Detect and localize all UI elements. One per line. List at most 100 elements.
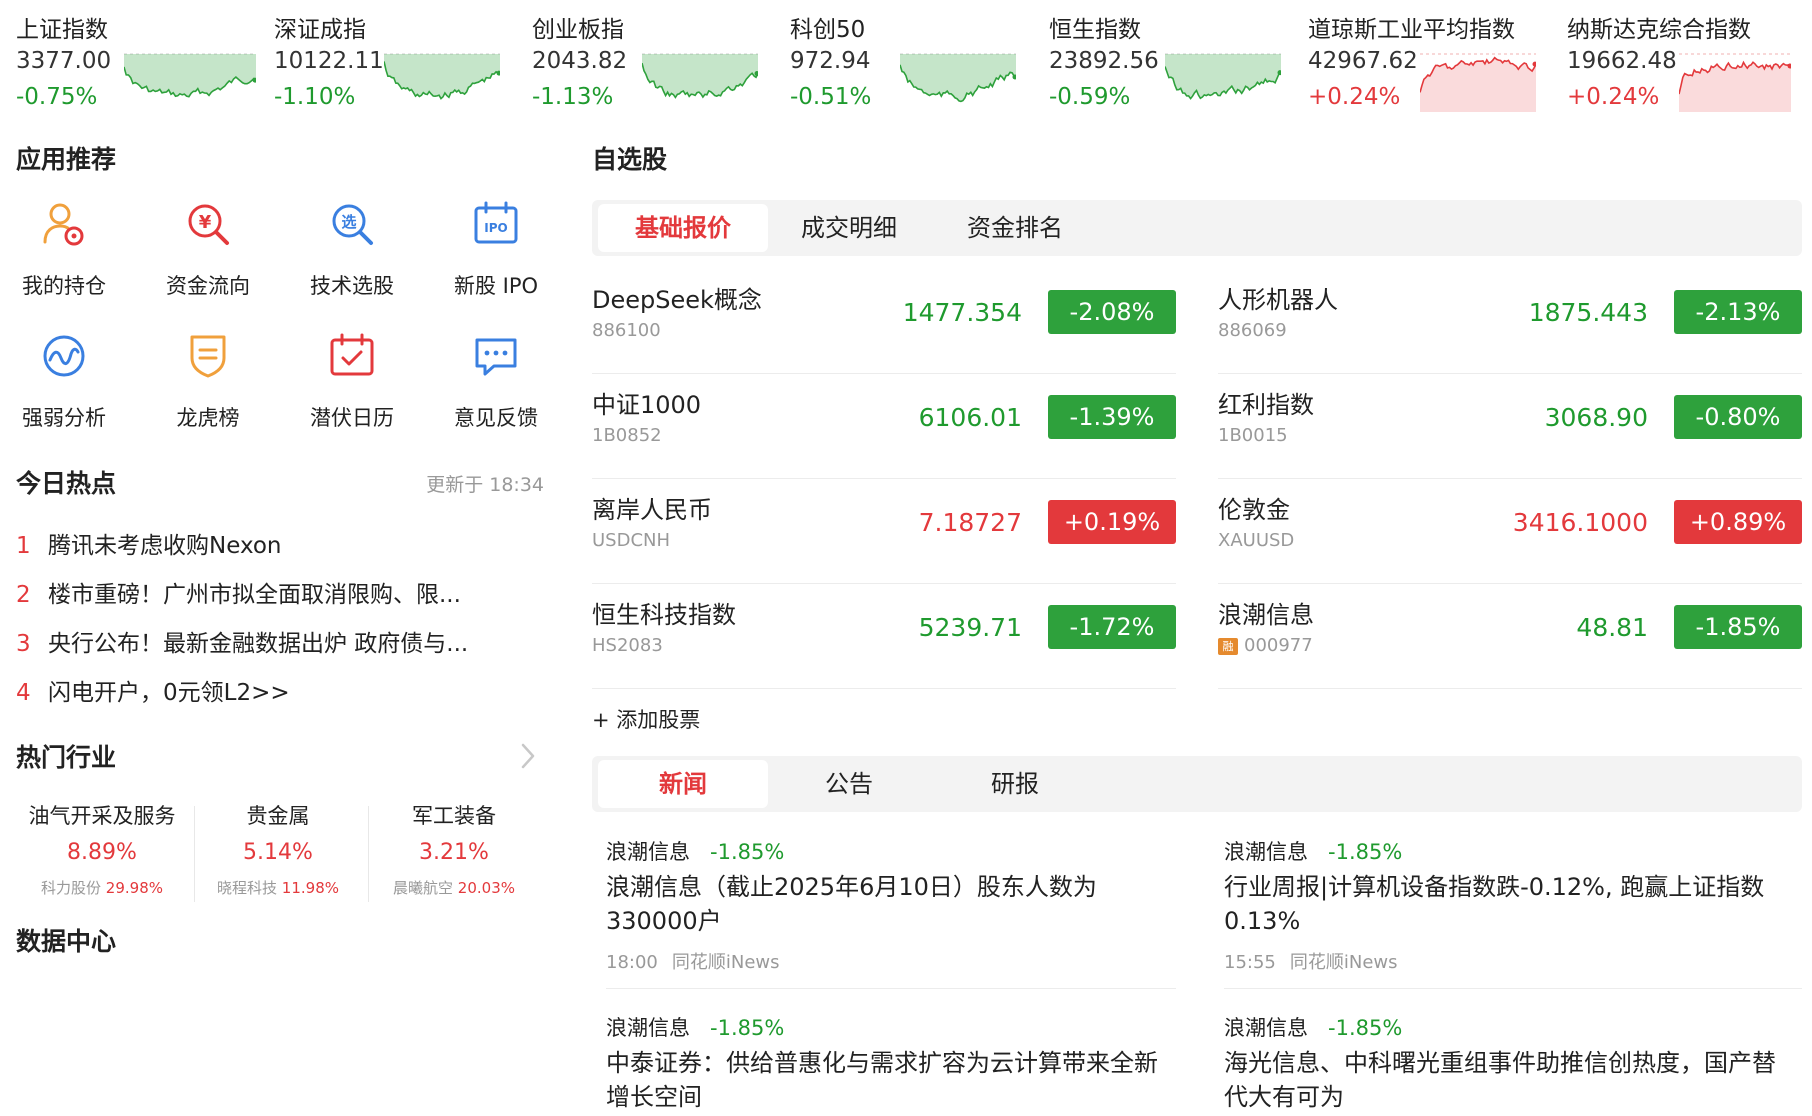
- index-card-nasdaq[interactable]: 纳斯达克综合指数 19662.48 +0.24%: [1567, 8, 1812, 112]
- divider: [1218, 688, 1802, 689]
- app-label: 资金流向: [166, 274, 250, 298]
- hot-updated-time: 更新于 18:34: [426, 474, 544, 496]
- index-sparkline: [384, 53, 500, 100]
- app-feedback[interactable]: 意见反馈: [436, 332, 556, 442]
- portfolio-icon: [43, 203, 84, 246]
- chevron-right-icon[interactable]: [520, 742, 536, 770]
- news-source: 同花顺iNews: [1289, 952, 1398, 973]
- news-title: 行业周报|计算机设备指数跌-0.12%, 跑赢上证指数0.13%: [1224, 873, 1765, 935]
- stock-price: 3068.90: [1544, 403, 1648, 432]
- index-card-shenzhen[interactable]: 深证成指 10122.11 -1.10%: [274, 8, 524, 112]
- sparkline-area: [642, 54, 758, 98]
- app-strength-analysis[interactable]: 强弱分析: [4, 332, 124, 442]
- tab-announcements[interactable]: 公告: [764, 760, 934, 808]
- hot-item[interactable]: 4 闪电开户，0元领L2>>: [16, 673, 536, 713]
- tab-fund-ranking[interactable]: 资金排名: [930, 204, 1100, 252]
- industry-name: 军工装备: [412, 804, 496, 828]
- stock-change-badge: +0.89%: [1674, 500, 1802, 544]
- industry-change: 3.21%: [419, 840, 489, 865]
- industry-leader-change: 20.03%: [457, 879, 515, 897]
- stock-name: 人形机器人: [1218, 286, 1338, 314]
- fund-flow-icon: ¥: [188, 204, 229, 245]
- industry-section-title: 热门行业: [16, 743, 117, 772]
- industry-card[interactable]: 油气开采及服务 8.89% 科力股份 29.98%: [14, 800, 190, 910]
- app-fund-flow[interactable]: ¥ 资金流向: [148, 200, 268, 310]
- index-value: 10122.11: [274, 48, 384, 74]
- tab-research[interactable]: 研报: [930, 760, 1100, 808]
- watchlist-row[interactable]: 伦敦金 XAUUSD 3416.1000 +0.89%: [1218, 480, 1802, 584]
- add-stock-button[interactable]: + 添加股票: [592, 704, 700, 734]
- stock-name: 红利指数: [1218, 391, 1314, 419]
- data-center-title[interactable]: 数据中心: [16, 922, 116, 958]
- divider: [592, 583, 1176, 584]
- index-card-hangseng[interactable]: 恒生指数 23892.56 -0.59%: [1049, 8, 1299, 112]
- sparkline-last-point: [1532, 61, 1536, 67]
- industry-name: 油气开采及服务: [28, 804, 176, 828]
- tab-basic-quote[interactable]: 基础报价: [598, 204, 768, 252]
- index-sparkline: [124, 53, 256, 98]
- stock-name: 中证1000: [592, 391, 702, 419]
- index-card-chinext[interactable]: 创业板指 2043.82 -1.13%: [532, 8, 782, 112]
- divider: [606, 988, 1176, 989]
- watchlist-row[interactable]: 离岸人民币 USDCNH 7.18727 +0.19%: [592, 480, 1176, 584]
- apps-section-title: 应用推荐: [16, 145, 117, 174]
- watchlist-tabbar: 基础报价 成交明细 资金排名: [592, 200, 1802, 256]
- app-dragon-tiger[interactable]: 龙虎榜: [148, 332, 268, 442]
- industry-card[interactable]: 军工装备 3.21% 晨曦航空 20.03%: [366, 800, 542, 910]
- strength-analysis-icon: [43, 335, 85, 377]
- app-ipo[interactable]: IPO 新股 IPO: [436, 200, 556, 310]
- index-change: -0.75%: [16, 84, 98, 110]
- index-sparkline: [1165, 53, 1281, 100]
- stock-price: 7.18727: [918, 508, 1022, 537]
- industry-change: 5.14%: [243, 840, 313, 865]
- stock-code-text: XAUUSD: [1218, 530, 1295, 551]
- index-card-shanghai[interactable]: 上证指数 3377.00 -0.75%: [16, 8, 266, 112]
- app-stock-picker[interactable]: 选 技术选股: [292, 200, 412, 310]
- app-my-portfolio[interactable]: 我的持仓: [4, 200, 124, 310]
- stock-name: 恒生科技指数: [592, 601, 736, 629]
- hot-item-text: 闪电开户，0元领L2>>: [48, 680, 290, 706]
- news-tabbar: 新闻 公告 研报: [592, 756, 1802, 812]
- sparkline-area: [1679, 62, 1791, 112]
- stock-code: 1B0015: [1218, 425, 1288, 446]
- watchlist-row[interactable]: 浪潮信息 融 000977 48.81 -1.85%: [1218, 585, 1802, 689]
- industry-leader: 科力股份 29.98%: [14, 877, 190, 898]
- index-card-dowjones[interactable]: 道琼斯工业平均指数 42967.62 +0.24%: [1308, 8, 1558, 112]
- index-name: 纳斯达克综合指数: [1567, 17, 1751, 43]
- stock-name: 浪潮信息: [1218, 601, 1314, 629]
- app-calendar[interactable]: 潜伏日历: [292, 332, 412, 442]
- feedback-icon: [475, 338, 517, 376]
- hot-item[interactable]: 1 腾讯未考虑收购Nexon: [16, 526, 536, 566]
- stock-name: 离岸人民币: [592, 496, 712, 524]
- watchlist-row[interactable]: 红利指数 1B0015 3068.90 -0.80%: [1218, 375, 1802, 479]
- news-source: 同花顺iNews: [671, 952, 780, 973]
- news-item[interactable]: 浪潮信息 -1.85% 海光信息、中科曙光重组事件助推信创热度，国产替代大有可为: [1224, 1012, 1784, 1114]
- hot-item[interactable]: 3 央行公布！最新金融数据出炉 政府债与...: [16, 624, 536, 664]
- watchlist-row[interactable]: 人形机器人 886069 1875.443 -2.13%: [1218, 270, 1802, 374]
- index-name: 深证成指: [274, 17, 366, 43]
- stock-code-text: HS2083: [592, 635, 663, 656]
- watchlist-row[interactable]: 中证1000 1B0852 6106.01 -1.39%: [592, 375, 1176, 479]
- watchlist-row[interactable]: 恒生科技指数 HS2083 5239.71 -1.72%: [592, 585, 1176, 689]
- news-item[interactable]: 浪潮信息 -1.85% 中泰证券：供给普惠化与需求扩容为云计算带来全新增长空间: [606, 1012, 1166, 1114]
- stock-code-text: 886069: [1218, 320, 1287, 341]
- news-item[interactable]: 浪潮信息 -1.85% 浪潮信息（截止2025年6月10日）股东人数为330000…: [606, 836, 1166, 974]
- ipo-icon: IPO: [474, 201, 518, 244]
- industry-leader-change: 29.98%: [105, 879, 163, 897]
- stock-code: 886069: [1218, 320, 1287, 341]
- industry-card[interactable]: 贵金属 5.14% 晓程科技 11.98%: [190, 800, 366, 910]
- app-label: 潜伏日历: [310, 406, 394, 430]
- index-card-star50[interactable]: 科创50 972.94 -0.51%: [790, 8, 1040, 112]
- app-label: 我的持仓: [22, 274, 106, 298]
- stock-change-badge: +0.19%: [1048, 500, 1176, 544]
- tab-news[interactable]: 新闻: [598, 760, 768, 808]
- news-item[interactable]: 浪潮信息 -1.85% 行业周报|计算机设备指数跌-0.12%, 跑赢上证指数0.…: [1224, 836, 1784, 974]
- index-sparkline: [1420, 53, 1536, 112]
- industry-leader: 晓程科技 11.98%: [190, 877, 366, 898]
- stock-price: 5239.71: [918, 613, 1022, 642]
- tab-trade-detail[interactable]: 成交明细: [764, 204, 934, 252]
- industry-leader-change: 11.98%: [281, 879, 339, 897]
- watchlist-row[interactable]: DeepSeek概念 886100 1477.354 -2.08%: [592, 270, 1176, 374]
- hot-item[interactable]: 2 楼市重磅！广州市拟全面取消限购、限...: [16, 575, 536, 615]
- news-stock-name: 浪潮信息: [606, 840, 690, 864]
